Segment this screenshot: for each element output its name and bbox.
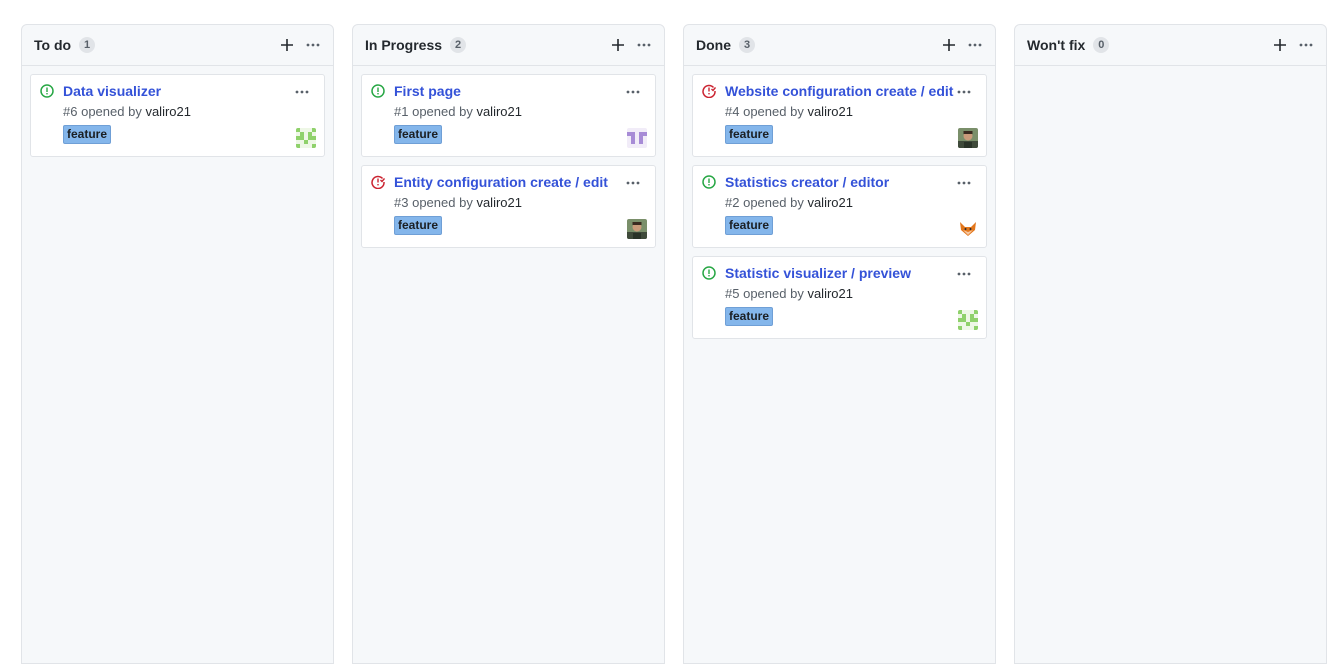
issue-card[interactable]: Website configuration create / edit #4 o… — [692, 74, 987, 157]
add-card-plus-icon[interactable] — [279, 37, 295, 53]
column-count-badge: 3 — [739, 37, 755, 53]
label-badge[interactable]: feature — [725, 307, 774, 326]
issue-card[interactable]: Entity configuration create / edit #3 op… — [361, 165, 656, 248]
issue-open-icon — [702, 175, 718, 191]
issue-author-link[interactable]: valiro21 — [807, 195, 853, 210]
issue-open-icon — [702, 266, 718, 282]
column-header: Won't fix 0 — [1015, 25, 1326, 66]
issue-title-link[interactable]: Entity configuration create / edit — [394, 174, 647, 190]
add-card-plus-icon[interactable] — [610, 37, 626, 53]
issue-meta: #3 opened by valiro21 — [394, 196, 647, 210]
add-card-plus-icon[interactable] — [941, 37, 957, 53]
column-menu-kebab-icon[interactable] — [967, 37, 983, 53]
issue-meta: #6 opened by valiro21 — [63, 105, 316, 119]
column-menu-kebab-icon[interactable] — [305, 37, 321, 53]
issue-author-link[interactable]: valiro21 — [807, 104, 853, 119]
card-menu-kebab-icon[interactable] — [625, 84, 641, 100]
issue-number: #3 — [394, 195, 409, 210]
opened-by-text: opened by — [743, 286, 804, 301]
column-title: To do — [34, 37, 72, 53]
issue-meta: #5 opened by valiro21 — [725, 287, 978, 301]
column-header: Done 3 — [684, 25, 995, 66]
column-title: Won't fix — [1027, 37, 1086, 53]
issue-meta: #2 opened by valiro21 — [725, 196, 978, 210]
opened-by-text: opened by — [81, 104, 142, 119]
issue-number: #2 — [725, 195, 740, 210]
label-badge[interactable]: feature — [725, 216, 774, 235]
issue-card[interactable]: Statistic visualizer / preview #5 opened… — [692, 256, 987, 339]
add-card-plus-icon[interactable] — [1272, 37, 1288, 53]
label-badge[interactable]: feature — [63, 125, 112, 144]
column-menu-kebab-icon[interactable] — [636, 37, 652, 53]
issue-number: #5 — [725, 286, 740, 301]
card-menu-kebab-icon[interactable] — [956, 175, 972, 191]
issue-number: #4 — [725, 104, 740, 119]
project-board: To do 1 Data visualizer #6 opened by val… — [0, 0, 1342, 664]
assignee-avatar[interactable] — [296, 128, 316, 148]
assignee-avatar[interactable] — [627, 219, 647, 239]
issue-card[interactable]: Statistics creator / editor #2 opened by… — [692, 165, 987, 248]
issue-meta: #1 opened by valiro21 — [394, 105, 647, 119]
column-count-badge: 2 — [450, 37, 467, 53]
issue-card[interactable]: Data visualizer #6 opened by valiro21 fe… — [30, 74, 325, 157]
column-header: To do 1 — [22, 25, 333, 66]
fox-avatar-icon[interactable] — [958, 219, 978, 239]
column-to-do: To do 1 Data visualizer #6 opened by val… — [21, 24, 334, 664]
issue-title-link[interactable]: First page — [394, 83, 647, 99]
issue-author-link[interactable]: valiro21 — [807, 286, 853, 301]
column-count-badge: 0 — [1093, 37, 1110, 53]
opened-by-text: opened by — [743, 195, 804, 210]
issue-meta: #4 opened by valiro21 — [725, 105, 978, 119]
column-count-badge: 1 — [79, 37, 96, 53]
issue-number: #6 — [63, 104, 78, 119]
label-badge[interactable]: feature — [725, 125, 774, 144]
issue-author-link[interactable]: valiro21 — [145, 104, 191, 119]
issue-closed-icon — [702, 84, 718, 100]
card-menu-kebab-icon[interactable] — [625, 175, 641, 191]
opened-by-text: opened by — [412, 104, 473, 119]
issue-author-link[interactable]: valiro21 — [476, 195, 522, 210]
column-title: In Progress — [365, 37, 443, 53]
column-header: In Progress 2 — [353, 25, 664, 66]
issue-author-link[interactable]: valiro21 — [476, 104, 522, 119]
card-menu-kebab-icon[interactable] — [956, 266, 972, 282]
card-menu-kebab-icon[interactable] — [294, 84, 310, 100]
card-menu-kebab-icon[interactable] — [956, 84, 972, 100]
column-in-progress: In Progress 2 First page #1 opened by va… — [352, 24, 665, 664]
column-menu-kebab-icon[interactable] — [1298, 37, 1314, 53]
issue-title-link[interactable]: Data visualizer — [63, 83, 316, 99]
assignee-avatar[interactable] — [958, 128, 978, 148]
assignee-avatar[interactable] — [958, 310, 978, 330]
issue-open-icon — [371, 84, 387, 100]
opened-by-text: opened by — [412, 195, 473, 210]
column-done: Done 3 Website configuration create / ed… — [683, 24, 996, 664]
issue-title-link[interactable]: Statistics creator / editor — [725, 174, 978, 190]
opened-by-text: opened by — [743, 104, 804, 119]
issue-title-link[interactable]: Website configuration create / edit — [725, 83, 978, 99]
issue-title-link[interactable]: Statistic visualizer / preview — [725, 265, 978, 281]
column-title: Done — [696, 37, 731, 53]
issue-closed-icon — [371, 175, 387, 191]
label-badge[interactable]: feature — [394, 125, 443, 144]
issue-card[interactable]: First page #1 opened by valiro21 feature — [361, 74, 656, 157]
issue-number: #1 — [394, 104, 409, 119]
assignee-avatar[interactable] — [627, 128, 647, 148]
column-wont-fix: Won't fix 0 — [1014, 24, 1327, 664]
label-badge[interactable]: feature — [394, 216, 443, 235]
issue-open-icon — [40, 84, 56, 100]
